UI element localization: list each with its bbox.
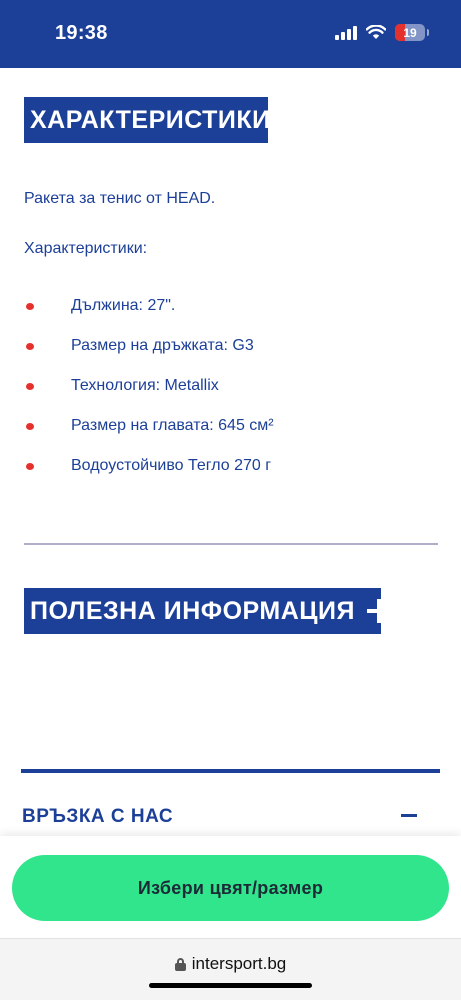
status-time: 19:38: [55, 22, 108, 44]
spec-text: Размер на главата: 645 см²: [71, 417, 274, 434]
specs-list: Дължина: 27". Размер на дръжката: G3 Тех…: [24, 296, 274, 496]
bullet-icon: [26, 343, 34, 350]
useful-info-heading: ПОЛЕЗНА ИНФОРМАЦИЯ: [30, 596, 355, 625]
signal-icon: [335, 25, 357, 40]
minus-icon[interactable]: [401, 814, 417, 817]
spec-text: Водоустойчиво Тегло 270 г: [71, 457, 272, 474]
specs-heading: ХАРАКТЕРИСТИКИ: [24, 97, 270, 143]
status-bar: 19:38 19: [0, 0, 461, 68]
bullet-icon: [26, 383, 34, 390]
contact-heading[interactable]: ВРЪЗКА С НАС: [22, 806, 173, 828]
product-intro: Ракета за тенис от HEAD.: [24, 190, 216, 207]
battery-icon: 19: [395, 24, 429, 41]
useful-info-toggle[interactable]: ПОЛЕЗНА ИНФОРМАЦИЯ: [24, 588, 392, 634]
list-item: Размер на дръжката: G3: [24, 336, 274, 376]
choose-color-size-button[interactable]: Избери цвят/размер: [12, 855, 449, 921]
spec-text: Дължина: 27".: [71, 297, 176, 314]
list-item: Дължина: 27".: [24, 296, 274, 336]
spec-text: Технология: Metallix: [71, 377, 219, 394]
battery-level: 19: [403, 25, 417, 40]
url-text: intersport.bg: [191, 954, 287, 973]
section-divider: [24, 543, 438, 545]
home-indicator: [149, 983, 312, 988]
lock-icon: [174, 957, 186, 971]
plus-icon: [366, 599, 392, 623]
bullet-icon: [26, 423, 34, 430]
list-item: Водоустойчиво Тегло 270 г: [24, 456, 274, 496]
footer-divider: [21, 769, 440, 773]
browser-url-bar[interactable]: intersport.bg: [0, 938, 461, 1000]
specs-subheading: Характеристики:: [24, 240, 148, 257]
bullet-icon: [26, 463, 34, 470]
spec-text: Размер на дръжката: G3: [71, 337, 254, 354]
url-display[interactable]: intersport.bg: [0, 954, 461, 974]
status-icons: 19: [335, 24, 429, 41]
list-item: Размер на главата: 645 см²: [24, 416, 274, 456]
list-item: Технология: Metallix: [24, 376, 274, 416]
wifi-icon: [366, 25, 386, 39]
bullet-icon: [26, 303, 34, 310]
